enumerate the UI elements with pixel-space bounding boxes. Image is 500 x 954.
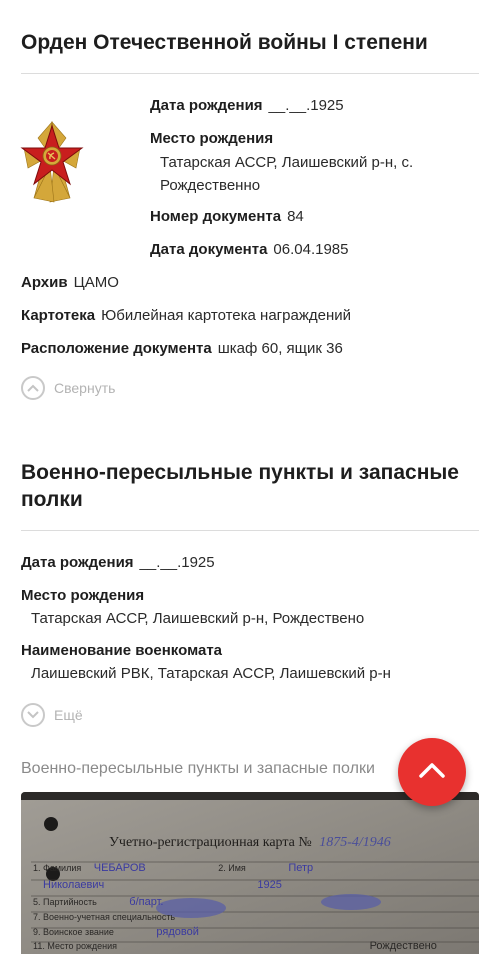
chevron-down-icon <box>21 703 45 727</box>
birth-place-label: Место рождения <box>150 130 274 147</box>
award-doc-number-row: Номер документа 84 <box>150 206 304 228</box>
archive-label: Архив <box>21 274 68 291</box>
birth-place-line1: Татарская АССР, Лаишевский р-н, с. <box>160 154 414 171</box>
award-title: Орден Отечественной войны I степени <box>21 31 428 54</box>
chevron-up-icon <box>21 376 45 400</box>
scan-label: 11. Место рождения <box>33 941 118 951</box>
scan-line-1: 1. Фамилия ЧЕБАРОВ 2. Имя Петр <box>33 862 313 874</box>
award-doc-date-row: Дата документа 06.04.1985 <box>150 239 349 261</box>
scan-line-6: 11. Место рождения Рождествено <box>33 940 437 952</box>
scan-value: Петр <box>288 862 314 874</box>
archive-value: ЦАМО <box>73 274 119 291</box>
transit-divider <box>21 530 479 531</box>
transit-title-line1: Военно-пересыльные пункты и запасные <box>21 461 459 484</box>
scan-label: 7. Военно-учетная специальность <box>33 912 176 922</box>
scan-label: 1. Фамилия <box>33 863 82 873</box>
scan-label: 9. Воинское звание <box>33 927 114 937</box>
document-scan-image[interactable]: Учетно-регистрационная карта № 1875-4/19… <box>21 792 479 954</box>
transit-title: Военно-пересыльные пункты и запасные пол… <box>21 459 459 513</box>
transit-commissariat-value: Лаишевский РВК, Татарская АССР, Лаишевск… <box>31 665 391 682</box>
scan-line-2: Николаевич 1925 <box>43 879 282 891</box>
scan-card-title: Учетно-регистрационная карта № 1875-4/19… <box>109 835 391 851</box>
scroll-to-top-button[interactable] <box>398 738 466 806</box>
transit-birth-place-label-row: Место рождения <box>21 585 144 607</box>
award-card-index-row: Картотека Юбилейная картотека награждений <box>21 305 351 327</box>
collapse-label: Свернуть <box>54 380 116 396</box>
doc-number-value: 84 <box>287 208 304 225</box>
scan-line-3: 5. Партийность б/парт. <box>33 896 163 908</box>
transit-birth-date-row: Дата рождения __.__.1925 <box>21 552 215 574</box>
birth-place-label: Место рождения <box>21 587 145 604</box>
commissariat-label: Наименование военкомата <box>21 642 223 659</box>
scan-label: 2. Имя <box>218 863 246 873</box>
scan-line-5: 9. Воинское звание рядовой <box>33 926 199 938</box>
more-label: Ещё <box>54 707 83 723</box>
doc-number-label: Номер документа <box>150 208 282 225</box>
award-divider <box>21 73 479 74</box>
award-birth-date-row: Дата рождения __.__.1925 <box>150 95 344 117</box>
scan-value: ЧЕБАРОВ <box>93 862 146 874</box>
birth-date-label: Дата рождения <box>21 554 134 571</box>
birth-date-value: __.__.1925 <box>139 554 215 571</box>
order-star-icon <box>20 118 84 214</box>
scan-card-number: 1875-4/1946 <box>319 835 391 850</box>
award-archive-row: Архив ЦАМО <box>21 272 119 294</box>
transit-birth-place-value: Татарская АССР, Лаишевский р-н, Рождеств… <box>31 610 365 627</box>
scan-value: б/парт. <box>129 896 164 908</box>
birth-date-value: __.__.1925 <box>268 97 344 114</box>
birth-place-line2: Рождественно <box>160 177 261 194</box>
award-location-row: Расположение документа шкаф 60, ящик 36 <box>21 338 343 360</box>
collapse-button[interactable]: Свернуть <box>21 376 115 400</box>
scan-value: Николаевич <box>43 879 105 891</box>
card-index-value: Юбилейная картотека награждений <box>101 307 351 324</box>
award-birth-place-label-row: Место рождения <box>150 128 273 150</box>
scan-value: рядовой <box>156 926 199 938</box>
scan-label: 5. Партийность <box>33 897 97 907</box>
location-label: Расположение документа <box>21 340 212 357</box>
birth-date-label: Дата рождения <box>150 97 263 114</box>
document-caption: Военно-пересыльные пункты и запасные пол… <box>21 760 375 777</box>
location-value: шкаф 60, ящик 36 <box>217 340 343 357</box>
scan-value: Рождествено <box>369 940 437 952</box>
transit-commissariat-label-row: Наименование военкомата <box>21 640 222 662</box>
scan-value: 1925 <box>257 879 282 891</box>
doc-date-label: Дата документа <box>150 241 268 258</box>
card-index-label: Картотека <box>21 307 96 324</box>
award-birth-place-value: Татарская АССР, Лаишевский р-н, с. Рожде… <box>160 151 413 197</box>
more-button[interactable]: Ещё <box>21 703 83 727</box>
transit-title-line2: полки <box>21 488 83 511</box>
scan-card-title-text: Учетно-регистрационная карта № <box>109 835 312 850</box>
scan-line-4: 7. Военно-учетная специальность <box>33 912 175 922</box>
chevron-up-icon <box>419 762 445 783</box>
doc-date-value: 06.04.1985 <box>273 241 349 258</box>
